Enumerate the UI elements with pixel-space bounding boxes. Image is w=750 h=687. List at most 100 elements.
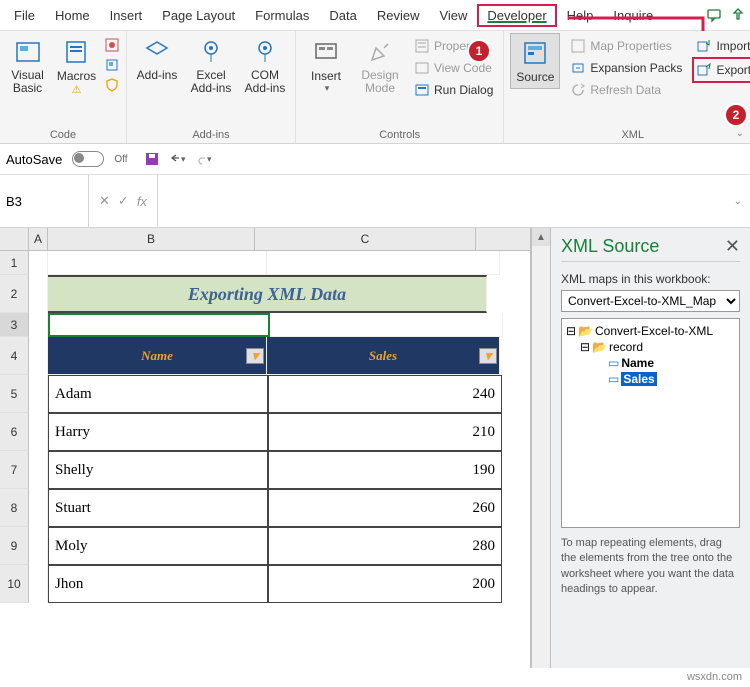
row-header[interactable]: 3 <box>0 313 29 337</box>
fx-icon[interactable]: fx <box>137 194 147 209</box>
group-code: Visual Basic Macros ⚠ Code <box>0 31 127 143</box>
worksheet-grid[interactable]: A B C 1 2 Exporting XML Data 3 4 Name <box>0 228 531 668</box>
filter-button[interactable]: ▾ <box>479 348 497 364</box>
autosave-toggle[interactable] <box>72 151 104 167</box>
design-mode-button[interactable]: Design Mode <box>356 33 404 99</box>
ribbon: 1 Visual Basic Macros ⚠ Code <box>0 31 750 144</box>
sheet-title: Exporting XML Data <box>48 275 487 313</box>
import-button[interactable]: Import <box>692 35 750 57</box>
cell-sales[interactable]: 210 <box>268 413 502 451</box>
share-icon[interactable] <box>730 7 746 23</box>
xml-tree[interactable]: ⊟ 📂 Convert-Excel-to-XML ⊟ 📂 record ▭ Na… <box>561 318 740 528</box>
undo-button[interactable] <box>170 151 186 167</box>
quick-access-toolbar: AutoSave Off <box>0 144 750 175</box>
tree-sales[interactable]: ▭ Sales <box>566 371 735 387</box>
label: Insert <box>311 69 341 83</box>
redo-button[interactable] <box>196 151 212 167</box>
macros-icon <box>62 37 92 67</box>
minus-icon[interactable]: ⊟ <box>566 324 576 338</box>
name-box[interactable]: B3 <box>0 175 89 227</box>
tab-home[interactable]: Home <box>45 4 100 27</box>
col-header-c[interactable]: C <box>255 228 476 250</box>
run-dialog-button[interactable]: Run Dialog <box>410 79 497 101</box>
formula-bar: B3 ✕ ✓ fx ⌄ <box>0 175 750 228</box>
col-header-b[interactable]: B <box>48 228 255 250</box>
cancel-icon[interactable]: ✕ <box>99 193 110 209</box>
row-header[interactable]: 1 <box>0 251 29 275</box>
enter-icon[interactable]: ✓ <box>118 193 129 209</box>
filter-button[interactable]: ▾ <box>246 348 264 364</box>
table-header-sales: Sales ▾ <box>267 337 500 375</box>
cell-name[interactable]: Moly <box>48 527 268 565</box>
tree-record[interactable]: ⊟ 📂 record <box>566 339 735 355</box>
source-button[interactable]: Source <box>510 33 560 89</box>
tab-insert[interactable]: Insert <box>100 4 153 27</box>
addins-icon <box>142 37 172 67</box>
visual-basic-button[interactable]: Visual Basic <box>6 33 49 99</box>
label: Design Mode <box>356 69 404 95</box>
group-label: Controls <box>302 127 497 143</box>
row-header[interactable]: 7 <box>0 451 29 489</box>
collapse-ribbon-icon[interactable]: ⌄ <box>736 128 744 139</box>
watermark: wsxdn.com <box>687 671 742 683</box>
xml-map-select[interactable]: Convert-Excel-to-XML_Map <box>561 290 740 312</box>
row-header[interactable]: 8 <box>0 489 29 527</box>
comments-icon[interactable] <box>706 7 722 23</box>
save-icon[interactable] <box>144 151 160 167</box>
tree-name[interactable]: ▭ Name <box>566 355 735 371</box>
label: Expansion Packs <box>590 61 682 75</box>
cell-name[interactable]: Harry <box>48 413 268 451</box>
macro-security-icon[interactable] <box>104 77 120 93</box>
tab-data[interactable]: Data <box>319 4 366 27</box>
relative-refs-icon[interactable] <box>104 57 120 73</box>
com-addins-button[interactable]: COM Add-ins <box>241 33 289 99</box>
tab-page-layout[interactable]: Page Layout <box>152 4 245 27</box>
cell-name[interactable]: Stuart <box>48 489 268 527</box>
insert-control-button[interactable]: Insert <box>302 33 350 98</box>
expand-formula-icon[interactable]: ⌄ <box>726 196 750 207</box>
tab-inquire[interactable]: Inquire <box>603 4 663 27</box>
cell-name[interactable]: Jhon <box>48 565 268 603</box>
row-header[interactable]: 2 <box>0 275 29 313</box>
tab-view[interactable]: View <box>429 4 477 27</box>
annotation-badge-1: 1 <box>467 39 491 63</box>
select-all-corner[interactable] <box>0 228 29 250</box>
xml-maps-label: XML maps in this workbook: <box>561 272 740 286</box>
export-button[interactable]: Export <box>692 57 750 83</box>
xml-hint-text: To map repeating elements, drag the elem… <box>561 536 740 598</box>
cell-name[interactable]: Adam <box>48 375 268 413</box>
tab-file[interactable]: File <box>4 4 45 27</box>
minus-icon[interactable]: ⊟ <box>580 340 590 354</box>
tab-developer[interactable]: Developer <box>477 4 556 27</box>
tab-help[interactable]: Help <box>557 4 604 27</box>
row-header[interactable]: 6 <box>0 413 29 451</box>
row-header[interactable]: 9 <box>0 527 29 565</box>
addins-button[interactable]: Add-ins <box>133 33 181 86</box>
cell-sales[interactable]: 200 <box>268 565 502 603</box>
tree-root[interactable]: ⊟ 📂 Convert-Excel-to-XML <box>566 323 735 339</box>
cell-name[interactable]: Shelly <box>48 451 268 489</box>
row-header[interactable]: 10 <box>0 565 29 603</box>
map-props-icon <box>570 38 586 54</box>
group-label: Code <box>6 127 120 143</box>
tab-formulas[interactable]: Formulas <box>245 4 319 27</box>
cell-sales[interactable]: 240 <box>268 375 502 413</box>
map-properties-button[interactable]: Map Properties <box>566 35 686 57</box>
tab-review[interactable]: Review <box>367 4 430 27</box>
visual-basic-icon <box>13 37 43 67</box>
refresh-data-button[interactable]: Refresh Data <box>566 79 686 101</box>
expansion-packs-button[interactable]: Expansion Packs <box>566 57 686 79</box>
row-header[interactable]: 5 <box>0 375 29 413</box>
close-icon[interactable]: ✕ <box>725 236 740 257</box>
cell-sales[interactable]: 280 <box>268 527 502 565</box>
record-macro-icon[interactable] <box>104 37 120 53</box>
group-addins: Add-ins Excel Add-ins COM Add-ins Add-in… <box>127 31 296 143</box>
cell-sales[interactable]: 190 <box>268 451 502 489</box>
excel-addins-button[interactable]: Excel Add-ins <box>187 33 235 99</box>
vertical-scrollbar[interactable]: ▲ <box>531 228 550 668</box>
row-header[interactable]: 4 <box>0 337 29 375</box>
scroll-up-icon[interactable]: ▲ <box>532 228 550 246</box>
cell-sales[interactable]: 260 <box>268 489 502 527</box>
col-header-a[interactable]: A <box>29 228 48 250</box>
macros-button[interactable]: Macros ⚠ <box>55 33 98 100</box>
